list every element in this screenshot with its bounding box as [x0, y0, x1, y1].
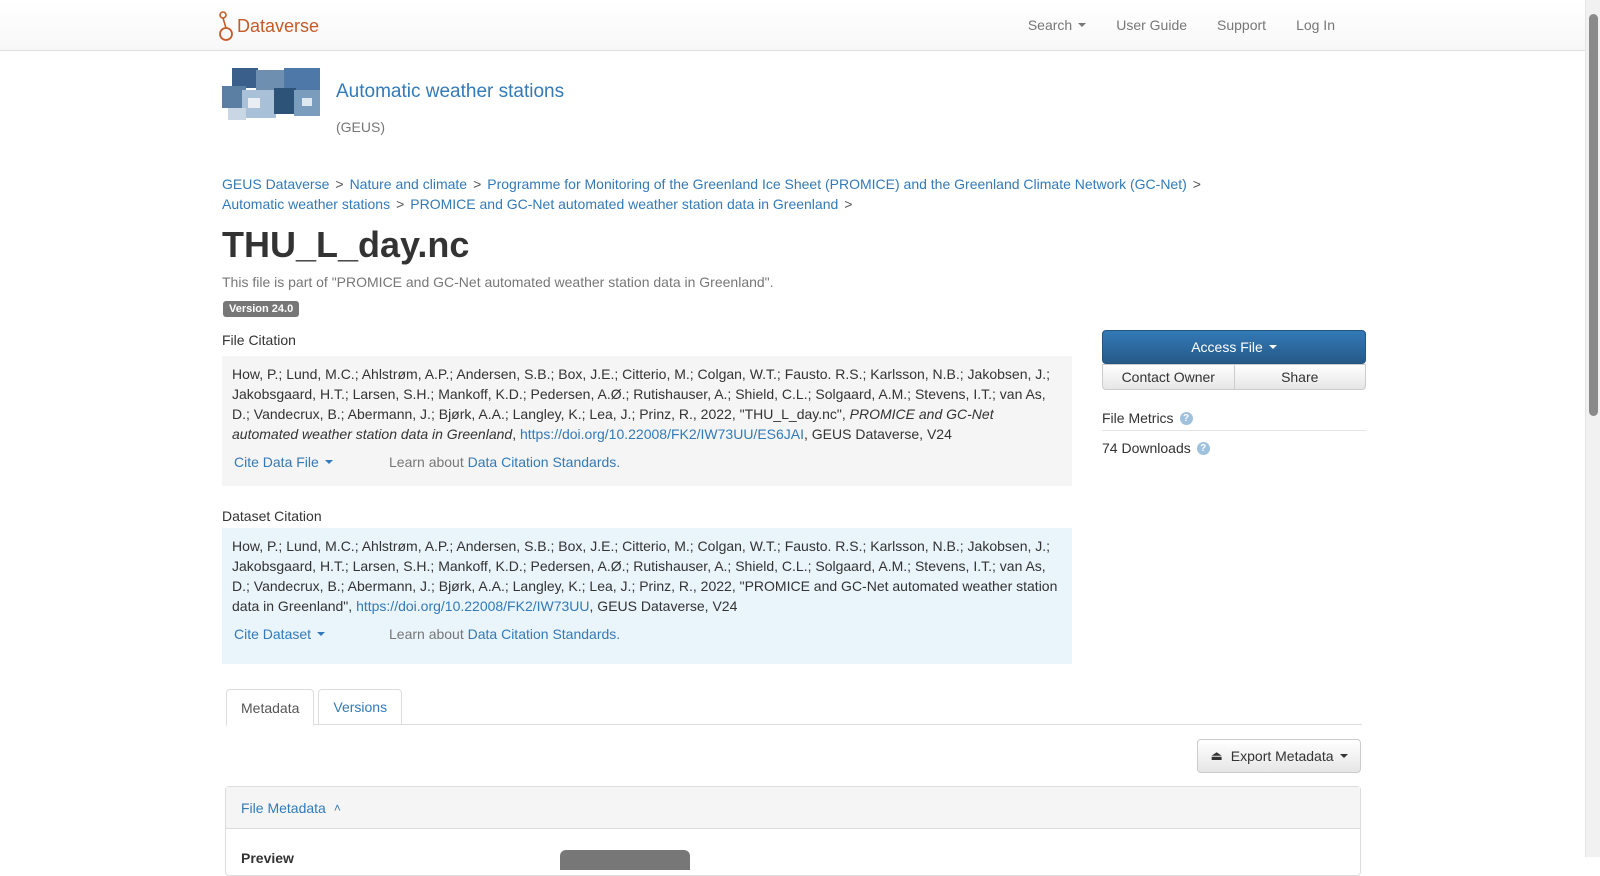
breadcrumb-separator: > — [335, 176, 344, 192]
page-title: THU_L_day.nc — [222, 224, 470, 265]
file-metadata-heading-label: File Metadata — [241, 799, 326, 816]
chevron-up-icon: ˄ — [333, 800, 341, 815]
learn-about-prefix: Learn about — [389, 454, 468, 470]
tab-versions[interactable]: Versions — [318, 689, 403, 725]
breadcrumb-separator: > — [1192, 176, 1201, 192]
dataset-citation-label: Dataset Citation — [222, 508, 322, 524]
file-citation-label: File Citation — [222, 332, 296, 348]
support-link[interactable]: Support — [1217, 17, 1266, 33]
file-metrics-label: File Metrics — [1102, 410, 1174, 426]
learn-about-text: Learn about Data Citation Standards. — [389, 624, 620, 644]
scrollbar-thumb[interactable] — [1589, 14, 1598, 416]
search-menu[interactable]: Search — [1027, 17, 1087, 33]
dataset-citation-box: How, P.; Lund, M.C.; Ahlstrøm, A.P.; And… — [222, 528, 1072, 664]
downloads-label: 74 Downloads — [1102, 440, 1191, 456]
file-metadata-heading[interactable]: File Metadata ˄ — [226, 787, 1360, 829]
dataverse-logo-icon — [219, 11, 233, 41]
dataverse-name-link[interactable]: Automatic weather stations — [336, 81, 564, 103]
breadcrumb-geus-dataverse[interactable]: GEUS Dataverse — [222, 176, 329, 192]
page-scrollbar[interactable] — [1585, 0, 1600, 857]
learn-about-text: Learn about Data Citation Standards. — [389, 452, 620, 472]
learn-about-prefix: Learn about — [389, 626, 468, 642]
caret-down-icon — [1078, 23, 1087, 27]
access-file-label: Access File — [1191, 339, 1263, 355]
log-in-link[interactable]: Log In — [1296, 17, 1335, 33]
dataset-citation-actions: Cite Dataset Learn about Data Citation S… — [234, 624, 620, 644]
breadcrumb-dataset[interactable]: PROMICE and GC-Net automated weather sta… — [410, 196, 838, 212]
caret-down-icon — [1268, 345, 1277, 349]
search-menu-label: Search — [1027, 17, 1073, 33]
brand-label: Dataverse — [237, 15, 320, 36]
cite-dataset-button[interactable]: Cite Dataset — [234, 624, 389, 644]
cite-data-file-label: Cite Data File — [234, 454, 319, 470]
export-metadata-button[interactable]: ⏏ Export Metadata — [1197, 739, 1361, 773]
cite-data-file-button[interactable]: Cite Data File — [234, 452, 389, 472]
caret-down-icon — [317, 632, 326, 636]
share-button[interactable]: Share — [1234, 364, 1366, 390]
breadcrumb-separator: > — [844, 196, 853, 212]
downloads-count: 74 Downloads ? — [1102, 440, 1210, 456]
file-metadata-panel: File Metadata ˄ Preview — [225, 786, 1361, 876]
breadcrumb-separator: > — [473, 176, 482, 192]
access-file-button[interactable]: Access File — [1102, 330, 1366, 364]
cite-dataset-label: Cite Dataset — [234, 626, 312, 642]
file-citation-publisher: , GEUS Dataverse, V24 — [804, 426, 952, 442]
file-citation-separator: , — [512, 426, 520, 442]
dataverse-brand-link[interactable]: Dataverse — [218, 10, 319, 42]
dataverse-collection-logo — [222, 68, 320, 120]
help-icon[interactable]: ? — [1179, 411, 1193, 425]
breadcrumb-nature-and-climate[interactable]: Nature and climate — [350, 176, 468, 192]
export-metadata-label: Export Metadata — [1230, 748, 1334, 764]
dataset-citation-text: How, P.; Lund, M.C.; Ahlstrøm, A.P.; And… — [232, 536, 1062, 616]
export-icon: ⏏ — [1210, 748, 1223, 763]
file-citation-actions: Cite Data File Learn about Data Citation… — [234, 452, 620, 472]
help-icon[interactable]: ? — [1196, 441, 1210, 455]
preview-label: Preview — [241, 850, 294, 866]
data-citation-standards-link[interactable]: Data Citation Standards. — [468, 626, 621, 642]
file-doi-link[interactable]: https://doi.org/10.22008/FK2/IW73UU/ES6J… — [520, 426, 804, 442]
user-guide-link[interactable]: User Guide — [1116, 17, 1187, 33]
top-navbar: Dataverse Search User Guide Support Log … — [0, 0, 1585, 51]
caret-down-icon — [1339, 754, 1348, 758]
breadcrumb-automatic-weather-stations[interactable]: Automatic weather stations — [222, 196, 390, 212]
file-citation-box: How, P.; Lund, M.C.; Ahlstrøm, A.P.; And… — [222, 356, 1072, 486]
owner-share-button-group: Contact Owner Share — [1102, 364, 1366, 390]
dataset-citation-publisher: , GEUS Dataverse, V24 — [589, 598, 738, 614]
version-badge: Version 24.0 — [223, 301, 300, 317]
navbar-menu: Search User Guide Support Log In — [998, 0, 1335, 50]
data-citation-standards-link[interactable]: Data Citation Standards. — [468, 454, 621, 470]
tab-metadata[interactable]: Metadata — [226, 689, 315, 726]
contact-owner-button[interactable]: Contact Owner — [1102, 364, 1235, 390]
preview-image — [560, 850, 690, 870]
breadcrumb-promice-programme[interactable]: Programme for Monitoring of the Greenlan… — [487, 176, 1187, 192]
caret-down-icon — [324, 460, 333, 464]
breadcrumb: GEUS Dataverse > Nature and climate > Progra… — [222, 174, 1222, 214]
file-citation-text: How, P.; Lund, M.C.; Ahlstrøm, A.P.; And… — [232, 364, 1062, 444]
file-tabs: Metadata Versions — [226, 689, 1362, 726]
dataverse-affiliation: (GEUS) — [336, 119, 385, 135]
file-part-of-text: This file is part of "PROMICE and GC-Net… — [222, 274, 774, 290]
dataset-doi-link[interactable]: https://doi.org/10.22008/FK2/IW73UU — [356, 598, 589, 614]
file-metrics-title: File Metrics ? — [1102, 410, 1193, 426]
metrics-divider — [1102, 430, 1366, 431]
breadcrumb-separator: > — [396, 196, 405, 212]
